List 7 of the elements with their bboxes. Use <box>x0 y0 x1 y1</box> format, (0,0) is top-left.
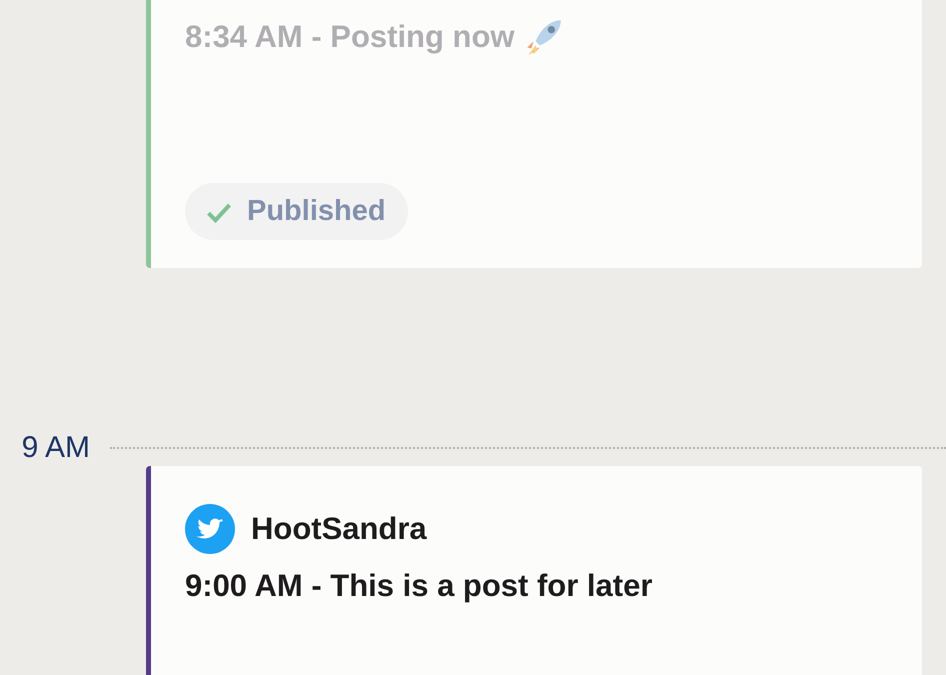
post-card[interactable]: HootSandra 9:00 AM - This is a post for later <box>146 466 922 675</box>
badge-label: Published <box>247 195 386 228</box>
post-text: 8:34 AM - Posting now <box>185 19 515 55</box>
twitter-icon <box>185 504 235 554</box>
account-name: HootSandra <box>251 511 427 547</box>
post-text: 9:00 AM - This is a post for later <box>185 568 652 604</box>
hour-label: 9 AM <box>20 431 91 465</box>
